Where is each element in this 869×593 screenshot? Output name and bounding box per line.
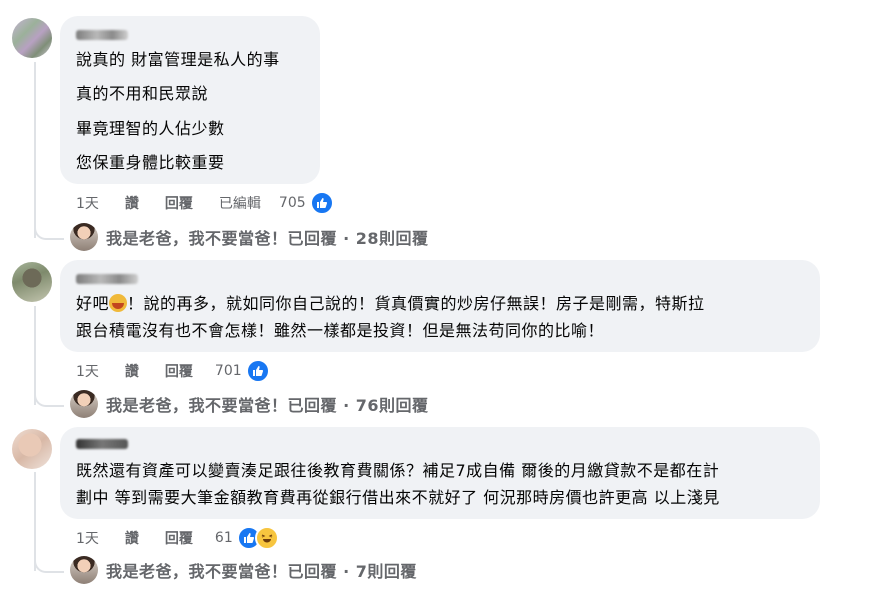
comment-actions: 1天 讚 回覆 701 xyxy=(76,359,270,383)
thread-connector xyxy=(34,391,64,407)
timestamp[interactable]: 1天 xyxy=(76,193,99,213)
thread-connector xyxy=(34,557,64,573)
like-button[interactable]: 讚 xyxy=(125,193,139,213)
replier-avatar xyxy=(70,390,98,418)
timestamp[interactable]: 1天 xyxy=(76,361,99,381)
replies-summary[interactable]: 我是老爸，我不要當爸！已回覆 · 28則回覆 xyxy=(70,223,429,251)
replier-avatar xyxy=(70,223,98,251)
commenter-avatar[interactable] xyxy=(12,18,52,58)
haha-emoji-icon xyxy=(254,526,279,550)
comment-text-line: 真的不用和民眾說 xyxy=(76,84,209,103)
thumbs-up-icon xyxy=(245,359,270,383)
facepalm-emoji-icon xyxy=(109,294,128,312)
replies-link[interactable]: 我是老爸，我不要當爸！已回覆 · 28則回覆 xyxy=(106,225,429,249)
replies-link[interactable]: 我是老爸，我不要當爸！已回覆 · 7則回覆 xyxy=(106,558,417,582)
commenter-name-redacted[interactable] xyxy=(76,30,128,40)
comment-text-line: 跟台積電沒有也不會怎樣！雖然一樣都是投資！但是無法苟同你的比喻！ xyxy=(76,321,605,340)
commenter-name-redacted[interactable] xyxy=(76,439,128,449)
replies-summary[interactable]: 我是老爸，我不要當爸！已回覆 · 7則回覆 xyxy=(70,556,417,584)
comment-text-line: 好吧 ！說的再多，就如同你自己說的！貨真價實的炒房仔無誤！房子是剛需，特斯拉 xyxy=(76,294,705,314)
comment-text-line: 您保重身體比較重要 xyxy=(76,153,225,172)
replier-avatar xyxy=(70,556,98,584)
reaction-count[interactable]: 705 xyxy=(279,195,306,211)
thumbs-up-icon xyxy=(309,191,334,215)
reply-button[interactable]: 回覆 xyxy=(165,193,193,213)
reply-button[interactable]: 回覆 xyxy=(165,361,193,381)
reply-button[interactable]: 回覆 xyxy=(165,528,193,548)
commenter-name-redacted[interactable] xyxy=(76,274,138,284)
comment-bubble: 既然還有資產可以變賣湊足跟往後教育費關係？補足7成自備 爾後的月繳貸款不是都在計… xyxy=(60,427,820,519)
like-button[interactable]: 讚 xyxy=(125,361,139,381)
thread-connector xyxy=(34,224,64,240)
comment-bubble: 說真的 財富管理是私人的事 真的不用和民眾說 畢竟理智的人佔少數 您保重身體比較… xyxy=(60,16,320,184)
like-button[interactable]: 讚 xyxy=(125,528,139,548)
comment-actions: 1天 讚 回覆 已編輯 705 xyxy=(76,191,334,215)
comment-text-segment: ！說的再多，就如同你自己說的！貨真價實的炒房仔無誤！房子是剛需，特斯拉 xyxy=(127,294,705,313)
replies-link[interactable]: 我是老爸，我不要當爸！已回覆 · 76則回覆 xyxy=(106,392,429,416)
reaction-count[interactable]: 61 xyxy=(215,530,233,546)
edited-label[interactable]: 已編輯 xyxy=(219,193,261,213)
commenter-avatar[interactable] xyxy=(12,262,52,302)
thread-line xyxy=(34,62,36,238)
comment-text-line: 說真的 財富管理是私人的事 xyxy=(76,50,280,69)
comment-actions: 1天 讚 回覆 61 xyxy=(76,526,279,550)
comment-bubble: 好吧 ！說的再多，就如同你自己說的！貨真價實的炒房仔無誤！房子是剛需，特斯拉 跟台… xyxy=(60,260,820,352)
comment-text-segment: 好吧 xyxy=(76,294,110,313)
commenter-avatar[interactable] xyxy=(12,429,52,469)
timestamp[interactable]: 1天 xyxy=(76,528,99,548)
comment-text-line: 既然還有資產可以變賣湊足跟往後教育費關係？補足7成自備 爾後的月繳貸款不是都在計 xyxy=(76,461,720,480)
comment-text-line: 劃中 等到需要大筆金額教育費再從銀行借出來不就好了 何況那時房價也許更高 以上淺… xyxy=(76,488,720,507)
reaction-count[interactable]: 701 xyxy=(215,363,242,379)
replies-summary[interactable]: 我是老爸，我不要當爸！已回覆 · 76則回覆 xyxy=(70,390,429,418)
comment-text-line: 畢竟理智的人佔少數 xyxy=(76,119,225,138)
